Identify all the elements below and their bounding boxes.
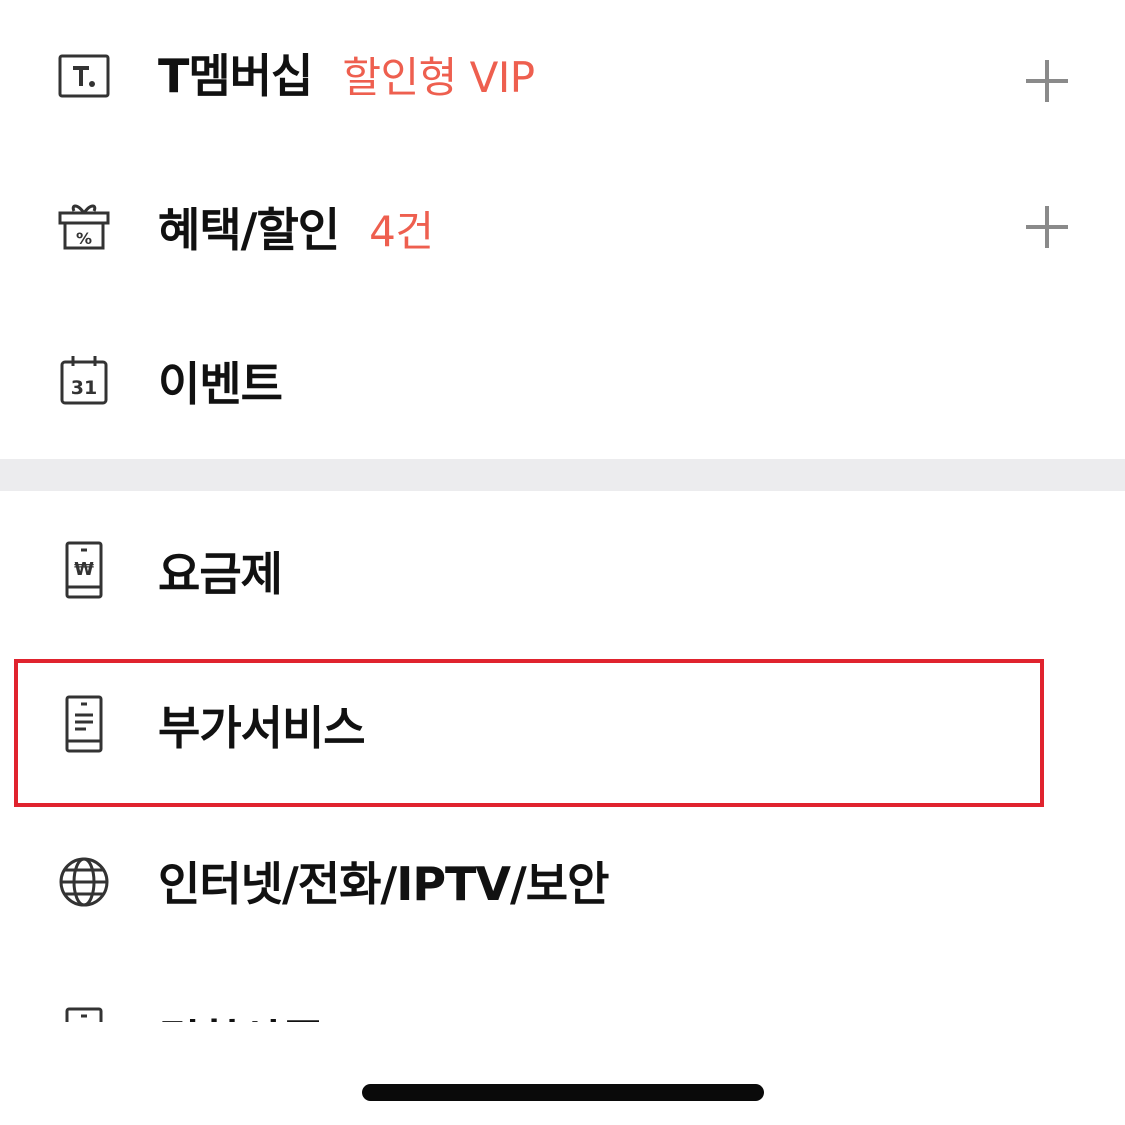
menu-item-label: 혜택/할인 4건 xyxy=(158,203,434,257)
globe-icon xyxy=(56,854,112,910)
membership-grade-badge: 할인형 VIP xyxy=(342,53,535,102)
menu-item-price-plan[interactable]: ₩ 요금제 xyxy=(0,510,1125,630)
svg-text:₩: ₩ xyxy=(74,559,94,580)
menu-item-event[interactable]: 31 이벤트 xyxy=(0,320,1125,440)
phone-document-icon xyxy=(56,695,112,753)
menu-item-internet-phone-iptv-security[interactable]: 인터넷/전화/IPTV/보안 xyxy=(0,820,1125,940)
menu-item-label: 요금제 xyxy=(158,547,283,601)
svg-text:31: 31 xyxy=(71,377,97,399)
expand-plus-icon[interactable] xyxy=(1022,202,1072,252)
benefit-count-badge: 4건 xyxy=(369,207,434,256)
phone-won-icon: ₩ xyxy=(56,541,112,599)
menu-screen: T멤버십 할인형 VIP % 혜택/할인 4건 31 이벤트 ₩ 요금제 부가서… xyxy=(0,0,1125,1125)
menu-item-label: 결합상품 xyxy=(158,1006,324,1022)
phone-document-icon xyxy=(56,1007,112,1022)
section-divider xyxy=(0,459,1125,491)
t-membership-icon xyxy=(56,48,112,104)
menu-item-label: 인터넷/전화/IPTV/보안 xyxy=(158,857,609,911)
menu-item-benefits-discount[interactable]: % 혜택/할인 4건 xyxy=(0,166,1125,286)
menu-item-label: T멤버십 할인형 VIP xyxy=(158,49,535,103)
gift-percent-icon: % xyxy=(56,198,112,254)
menu-item-label: 이벤트 xyxy=(158,357,283,411)
menu-item-label: 부가서비스 xyxy=(158,701,366,755)
menu-item-bundle-products[interactable]: 결합상품 xyxy=(0,996,1125,1022)
expand-plus-icon[interactable] xyxy=(1022,56,1072,106)
home-indicator[interactable] xyxy=(362,1084,764,1101)
calendar-31-icon: 31 xyxy=(56,352,112,408)
svg-text:%: % xyxy=(76,229,92,248)
menu-item-additional-services[interactable]: 부가서비스 xyxy=(0,664,1125,784)
menu-item-t-membership[interactable]: T멤버십 할인형 VIP xyxy=(0,10,1125,130)
